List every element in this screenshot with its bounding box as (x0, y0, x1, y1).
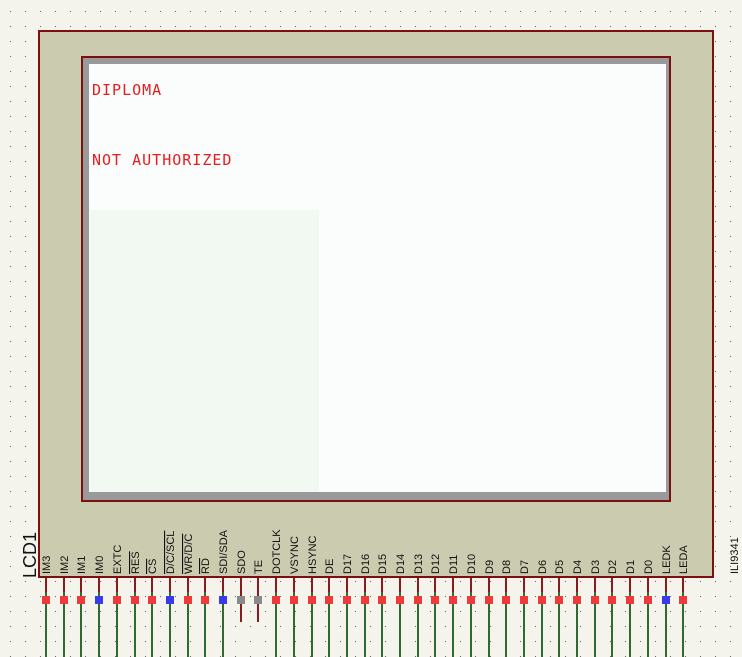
pin-label-te: TE (253, 560, 265, 574)
pin-state-indicator[interactable] (290, 596, 298, 604)
pin-state-indicator[interactable] (343, 596, 351, 604)
pin-label-d5: D5 (554, 560, 566, 574)
pin-label-d6: D6 (537, 560, 549, 574)
pin-state-indicator[interactable] (608, 596, 616, 604)
pin-state-indicator[interactable] (184, 596, 192, 604)
pin-label-d3: D3 (590, 560, 602, 574)
pin-label-d9: D9 (484, 560, 496, 574)
pin-state-indicator[interactable] (644, 596, 652, 604)
pin-label-sdisda: SDI/SDA (218, 529, 230, 574)
pin-label-hsync: HSYNC (307, 535, 319, 574)
pin-state-indicator[interactable] (555, 596, 563, 604)
pin-label-ledk: LEDK (661, 545, 673, 574)
pin-state-indicator[interactable] (166, 596, 174, 604)
pin-state-indicator[interactable] (254, 596, 262, 604)
pin-state-indicator[interactable] (573, 596, 581, 604)
pin-label-im1: IM1 (76, 556, 88, 574)
pin-state-indicator[interactable] (272, 596, 280, 604)
pin-state-indicator[interactable] (520, 596, 528, 604)
pin-label-d7: D7 (519, 560, 531, 574)
pin-state-indicator[interactable] (591, 596, 599, 604)
pin-state-indicator[interactable] (113, 596, 121, 604)
pin-label-im0: IM0 (94, 556, 106, 574)
pin-label-d15: D15 (377, 554, 389, 574)
pin-state-indicator[interactable] (325, 596, 333, 604)
pin-state-indicator[interactable] (396, 596, 404, 604)
pin-label-d0: D0 (643, 560, 655, 574)
pin-state-indicator[interactable] (414, 596, 422, 604)
pin-label-d4: D4 (572, 560, 584, 574)
pin-state-indicator[interactable] (361, 596, 369, 604)
component-designator[interactable]: LCD1 (20, 532, 40, 578)
pin-state-indicator[interactable] (485, 596, 493, 604)
pin-label-d13: D13 (413, 554, 425, 574)
pin-label-d12: D12 (430, 554, 442, 574)
pin-label-d8: D8 (501, 560, 513, 574)
pin-label-d1: D1 (625, 560, 637, 574)
pin-state-indicator[interactable] (308, 596, 316, 604)
pin-state-indicator[interactable] (219, 596, 227, 604)
pin-label-im2: IM2 (59, 556, 71, 574)
pin-label-dotclk: DOTCLK (271, 529, 283, 574)
pin-label-im3: IM3 (41, 556, 53, 574)
pin-label-d10: D10 (466, 554, 478, 574)
pin-state-indicator[interactable] (131, 596, 139, 604)
pin-label-rd: RD (200, 558, 212, 574)
pin-state-indicator[interactable] (42, 596, 50, 604)
pin-layer: IM3 IM2 IM1 IM0 EXTC RES CS D/C/SCL WR/D/C RD SDI/… (20, 529, 741, 657)
pin-label-sdo: SDO (236, 550, 248, 574)
component-part-value[interactable]: ILI9341 (729, 537, 741, 574)
pin-state-indicator[interactable] (148, 596, 156, 604)
pin-state-indicator[interactable] (467, 596, 475, 604)
schematic-canvas[interactable]: DIPLOMA NOT AUTHORIZED IM3 IM2 IM1 IM0 EXTC R… (0, 0, 742, 657)
pin-label-de: DE (324, 559, 336, 574)
pin-label-d2: D2 (607, 560, 619, 574)
pin-label-d16: D16 (360, 554, 372, 574)
pin-label-cs: CS (147, 559, 159, 574)
pin-state-indicator[interactable] (95, 596, 103, 604)
pin-label-res: RES (130, 551, 142, 574)
pin-state-indicator[interactable] (502, 596, 510, 604)
pin-label-vsync: VSYNC (289, 536, 301, 574)
pin-label-dcscl: D/C/SCL (165, 531, 177, 574)
pin-label-d17: D17 (342, 554, 354, 574)
pin-state-indicator[interactable] (449, 596, 457, 604)
pin-state-indicator[interactable] (201, 596, 209, 604)
pin-label-d11: D11 (448, 555, 460, 574)
pin-state-indicator[interactable] (662, 596, 670, 604)
pin-label-wrdc: WR/D/C (183, 534, 195, 574)
pin-label-d14: D14 (395, 554, 407, 574)
pin-state-indicator[interactable] (60, 596, 68, 604)
pin-label-extc: EXTC (112, 545, 124, 574)
pin-label-leda: LEDA (678, 545, 690, 574)
pin-state-indicator[interactable] (77, 596, 85, 604)
pin-state-indicator[interactable] (237, 596, 245, 604)
pin-state-indicator[interactable] (679, 596, 687, 604)
pin-state-indicator[interactable] (378, 596, 386, 604)
pin-state-indicator[interactable] (626, 596, 634, 604)
pin-state-indicator[interactable] (538, 596, 546, 604)
pin-state-indicator[interactable] (431, 596, 439, 604)
